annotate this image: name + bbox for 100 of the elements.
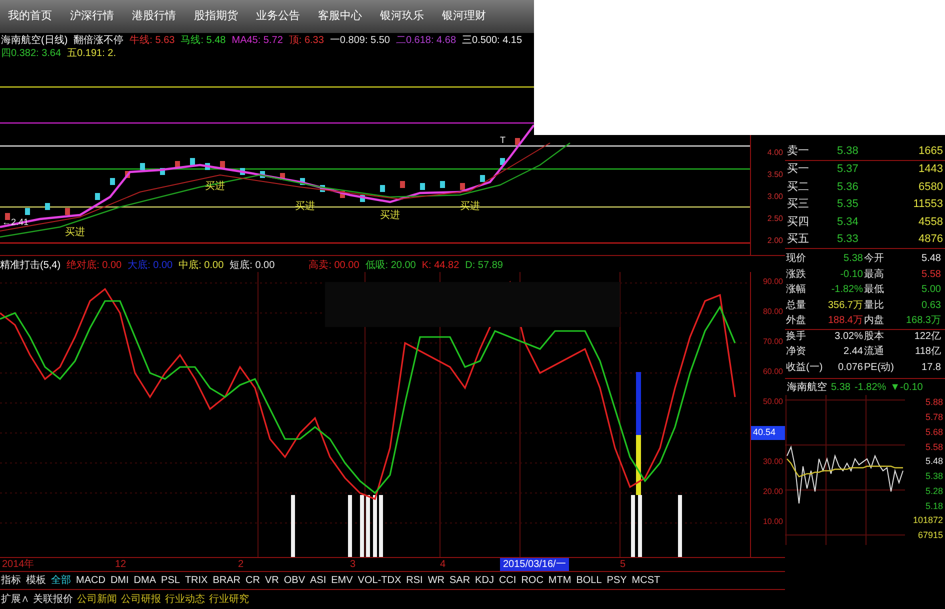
stock-change: -1.82%	[854, 380, 886, 394]
buy-signal-label: 买进	[380, 210, 400, 221]
quote-value: -0.10	[839, 268, 864, 282]
indicator-tab[interactable]: DMI	[110, 573, 129, 588]
menu-item[interactable]: 港股行情	[132, 8, 176, 25]
candlestick	[380, 185, 385, 192]
indicator-tab[interactable]: 全部	[51, 573, 71, 588]
legend-value: 马线: 5.48	[180, 34, 226, 47]
order-price: 5.34	[837, 214, 860, 230]
quote-value: 356.7万	[826, 298, 864, 313]
candlestick	[220, 161, 225, 168]
legend-value: 牛线: 5.63	[130, 34, 175, 47]
stock-name: 海南航空	[787, 380, 827, 394]
indicator-tab[interactable]: RSI	[406, 573, 423, 588]
indicator-value: 大底: 0.00	[128, 258, 173, 272]
quote-label: 内盘	[864, 314, 885, 328]
mini-axis-label: 5.68	[925, 426, 943, 439]
quote-value: 5.38	[842, 252, 864, 266]
bottom-link[interactable]: 行业动态	[165, 592, 205, 607]
indicator-value: 绝对底: 0.00	[66, 258, 122, 272]
candlestick	[400, 181, 405, 188]
indicator-tab[interactable]: 模板	[26, 573, 46, 588]
quote-label: 涨跌	[786, 268, 807, 282]
mini-axis-label: 5.78	[925, 410, 943, 424]
order-price: 5.33	[837, 232, 860, 247]
bottom-link[interactable]: 行业研究	[209, 592, 249, 607]
bottom-link[interactable]: 公司新闻	[77, 592, 117, 607]
quote-value: -1.82%	[830, 283, 864, 298]
buy-signal-label: 买进	[65, 227, 85, 238]
axis-label: 90.00	[762, 276, 783, 288]
quote-label: 总量	[786, 298, 807, 313]
indicator-tab[interactable]: BRAR	[212, 573, 241, 588]
menu-item[interactable]: 我的首页	[8, 8, 52, 25]
candlestick	[460, 183, 465, 190]
quote-label: 涨幅	[786, 282, 807, 298]
indicator-tab[interactable]: CR	[246, 573, 260, 588]
quote-value: 0.076	[836, 360, 864, 375]
menu-item[interactable]: 业务公告	[256, 8, 300, 25]
quote-label: 净资	[786, 345, 807, 360]
quote-value: 2.44	[842, 345, 864, 360]
axis-label: 70.00	[762, 336, 783, 348]
quote-label: 最高	[864, 268, 885, 282]
indicator-tab[interactable]: 指标	[1, 573, 21, 588]
axis-label: 80.00	[762, 306, 783, 318]
candlestick	[260, 171, 265, 178]
legend-value: 三0.500: 4.15	[462, 34, 522, 47]
indicator-tab[interactable]: CCI	[498, 573, 516, 588]
order-price: 5.35	[837, 197, 860, 212]
indicator-tab[interactable]: PSY	[606, 573, 627, 588]
indicator-tab[interactable]: VR	[264, 573, 279, 588]
order-volume: 4876	[918, 232, 943, 247]
candlestick	[280, 173, 285, 180]
indicator-tab[interactable]: VOL-TDX	[358, 573, 402, 588]
quote-label: 最低	[864, 283, 885, 298]
candlestick	[420, 183, 425, 190]
order-price: 5.37	[837, 162, 860, 177]
menu-item[interactable]: 银河玖乐	[380, 8, 424, 25]
bottom-tab[interactable]: 扩展∧	[1, 592, 29, 607]
indicator-tab[interactable]: BOLL	[576, 573, 602, 588]
candlestick	[515, 138, 520, 145]
legend-value: MA45: 5.72	[232, 34, 283, 47]
quote-value: 0.63	[920, 298, 942, 313]
indicator-value: K: 44.82	[422, 258, 460, 272]
quote-value: 168.3万	[904, 314, 942, 328]
indicator-tab[interactable]: EMV	[331, 573, 353, 588]
order-label: 买三	[787, 197, 810, 212]
indicator-tab[interactable]: DMA	[134, 573, 156, 588]
candlestick	[340, 191, 345, 198]
menu-item[interactable]: 沪深行情	[70, 8, 114, 25]
order-label: 买四	[787, 214, 810, 230]
indicator-tab[interactable]: MCST	[632, 573, 660, 588]
indicator-tab[interactable]: ASI	[310, 573, 326, 588]
bottom-tab[interactable]: 关联报价	[33, 592, 73, 607]
mini-axis-label: 5.18	[925, 500, 943, 513]
chart-subtitle: 翻倍涨不停	[74, 34, 124, 47]
menu-item[interactable]: 客服中心	[318, 8, 362, 25]
menu-item[interactable]: 银河理财	[442, 8, 486, 25]
date-label: 3	[350, 558, 356, 571]
mini-axis-label: 5.48	[925, 455, 943, 468]
order-volume: 1443	[918, 162, 943, 177]
quote-value: 118亿	[914, 345, 942, 360]
quote-value: 122亿	[913, 330, 942, 344]
indicator-tab[interactable]: TRIX	[184, 573, 208, 588]
indicator-tab[interactable]: SAR	[449, 573, 470, 588]
menu-item[interactable]: 股指期货	[194, 8, 238, 25]
indicator-tab[interactable]: MTM	[548, 573, 572, 588]
indicator-tab[interactable]: OBV	[284, 573, 305, 588]
indicator-tab[interactable]: PSL	[161, 573, 180, 588]
legend-value: 一0.809: 5.50	[330, 34, 390, 47]
quote-value: 3.02%	[834, 330, 864, 344]
legend-value: 顶: 6.33	[288, 34, 324, 47]
indicator-tab[interactable]: KDJ	[475, 573, 494, 588]
quote-value: 188.4万	[826, 314, 864, 328]
bottom-link[interactable]: 公司研报	[121, 592, 161, 607]
indicator-value: 高卖: 00.00	[308, 258, 360, 272]
indicator-tab[interactable]: MACD	[76, 573, 106, 588]
indicator-tab[interactable]: ROC	[521, 573, 544, 588]
order-label: 买五	[787, 232, 810, 247]
indicator-tab[interactable]: WR	[428, 573, 444, 588]
quote-value: 5.48	[920, 252, 942, 266]
